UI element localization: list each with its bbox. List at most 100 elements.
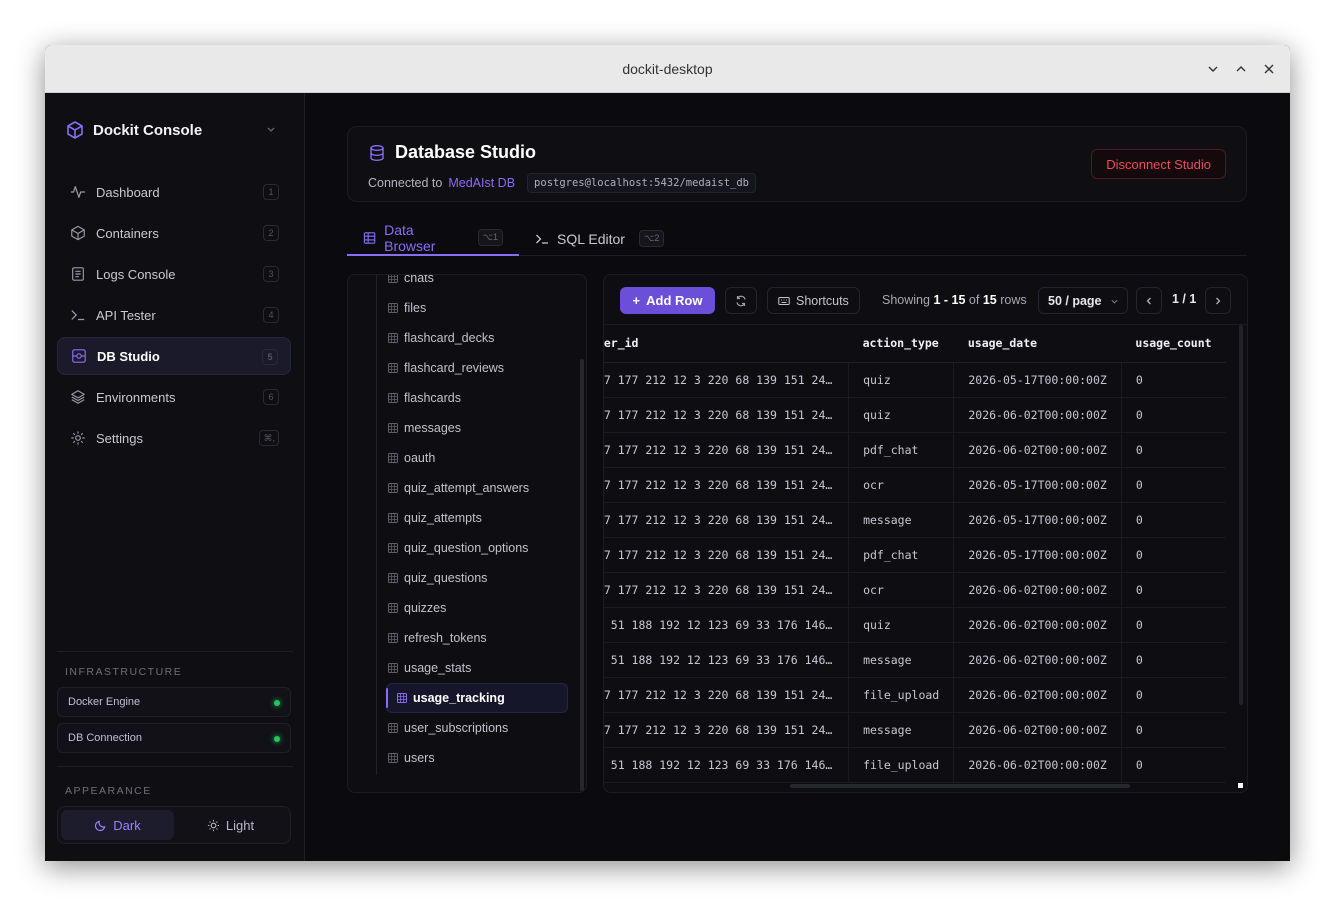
table-row[interactable]: 187 177 212 12 3 220 68 139 151 24… quiz 2… — [604, 397, 1226, 433]
sidebar-item-dashboard[interactable]: Dashboard 1 — [57, 173, 291, 211]
table-row[interactable]: 51 51 188 192 12 123 69 33 176 146… messa… — [604, 642, 1226, 678]
table-cell[interactable]: 2026-06-02T00:00:00Z — [953, 397, 1122, 433]
table-cell[interactable]: message — [848, 502, 955, 538]
table-cell[interactable]: 0 — [1121, 502, 1226, 538]
table-cell[interactable]: 2026-05-17T00:00:00Z — [953, 502, 1122, 538]
table-cell[interactable]: 0 — [1121, 747, 1226, 783]
table-cell[interactable]: 51 51 188 192 12 123 69 33 176 146… — [604, 642, 850, 678]
disconnect-studio-button[interactable]: Disconnect Studio — [1091, 149, 1226, 179]
table-row[interactable]: 187 177 212 12 3 220 68 139 151 24… ocr 20… — [604, 572, 1226, 608]
table-cell[interactable]: 187 177 212 12 3 220 68 139 151 24… — [604, 362, 850, 398]
sidebar-item-api-tester[interactable]: API Tester 4 — [57, 296, 291, 334]
table-cell[interactable]: 0 — [1121, 537, 1226, 573]
table-cell[interactable]: ocr — [848, 572, 955, 608]
table-cell[interactable]: message — [848, 712, 955, 748]
table-item-oauth[interactable]: oauth — [388, 443, 568, 473]
table-item-refresh-tokens[interactable]: refresh_tokens — [388, 623, 568, 653]
table-row[interactable]: 187 177 212 12 3 220 68 139 151 24… messa… — [604, 712, 1226, 748]
table-item-messages[interactable]: messages — [388, 413, 568, 443]
table-cell[interactable]: quiz — [848, 362, 955, 398]
grid-horizontal-scrollbar[interactable] — [790, 784, 1130, 788]
table-cell[interactable]: 51 51 188 192 12 123 69 33 176 146… — [604, 747, 850, 783]
table-cell[interactable]: 187 177 212 12 3 220 68 139 151 24… — [604, 502, 850, 538]
table-cell[interactable]: 2026-06-02T00:00:00Z — [953, 712, 1122, 748]
sidebar-item-logs-console[interactable]: Logs Console 3 — [57, 255, 291, 293]
table-item-usage-tracking[interactable]: usage_tracking — [386, 683, 568, 713]
column-header-usage-count[interactable]: usage_count — [1121, 325, 1226, 363]
table-cell[interactable]: 51 51 188 192 12 123 69 33 176 146… — [604, 607, 850, 643]
table-cell[interactable]: quiz — [848, 397, 955, 433]
table-item-quiz-attempt-answers[interactable]: quiz_attempt_answers — [388, 473, 568, 503]
table-cell[interactable]: 2026-06-02T00:00:00Z — [953, 642, 1122, 678]
table-item-quiz-question-options[interactable]: quiz_question_options — [388, 533, 568, 563]
table-cell[interactable]: 2026-05-17T00:00:00Z — [953, 362, 1122, 398]
table-cell[interactable]: 0 — [1121, 397, 1226, 433]
table-item-usage-stats[interactable]: usage_stats — [388, 653, 568, 683]
table-item-quizzes[interactable]: quizzes — [388, 593, 568, 623]
grid-vertical-scrollbar[interactable] — [1239, 325, 1243, 705]
per-page-select[interactable]: 50 / page — [1038, 287, 1128, 314]
table-cell[interactable]: file_upload — [848, 677, 955, 713]
column-header-action-type[interactable]: action_type — [848, 325, 954, 363]
table-row[interactable]: 51 51 188 192 12 123 69 33 176 146… file_… — [604, 747, 1226, 783]
table-cell[interactable]: 0 — [1121, 712, 1226, 748]
table-cell[interactable]: 187 177 212 12 3 220 68 139 151 24… — [604, 712, 850, 748]
table-cell[interactable]: file_upload — [848, 747, 955, 783]
theme-dark-button[interactable]: Dark — [61, 810, 174, 840]
table-item-quiz-questions[interactable]: quiz_questions — [388, 563, 568, 593]
table-cell[interactable]: 0 — [1121, 642, 1226, 678]
table-row[interactable]: 187 177 212 12 3 220 68 139 151 24… file_… — [604, 677, 1226, 713]
table-item-user-subscriptions[interactable]: user_subscriptions — [388, 713, 568, 743]
close-button[interactable] — [1258, 58, 1280, 80]
table-item-flashcard-decks[interactable]: flashcard_decks — [388, 323, 568, 353]
table-row[interactable]: 51 51 188 192 12 123 69 33 176 146… quiz 2… — [604, 607, 1226, 643]
table-cell[interactable]: message — [848, 642, 955, 678]
table-row[interactable]: 187 177 212 12 3 220 68 139 151 24… ocr 20… — [604, 467, 1226, 503]
table-cell[interactable]: pdf_chat — [848, 537, 955, 573]
table-cell[interactable]: 0 — [1121, 572, 1226, 608]
table-cell[interactable]: 187 177 212 12 3 220 68 139 151 24… — [604, 537, 850, 573]
table-cell[interactable]: 187 177 212 12 3 220 68 139 151 24… — [604, 572, 850, 608]
table-cell[interactable]: quiz — [848, 607, 955, 643]
tab-sql-editor[interactable]: SQL Editor ⌥2 — [519, 221, 680, 256]
resize-handle[interactable] — [1238, 783, 1243, 788]
column-header-usage-date[interactable]: usage_date — [953, 325, 1122, 363]
table-cell[interactable]: 0 — [1121, 607, 1226, 643]
table-list-scrollbar[interactable] — [580, 359, 584, 791]
column-header-user-id[interactable]: user_id — [604, 325, 849, 363]
table-item-quiz-attempts[interactable]: quiz_attempts — [388, 503, 568, 533]
table-row[interactable]: 187 177 212 12 3 220 68 139 151 24… pdf_c… — [604, 432, 1226, 468]
table-item-chats[interactable]: chats — [388, 275, 568, 293]
next-page-button[interactable] — [1205, 287, 1231, 314]
table-cell[interactable]: 2026-06-02T00:00:00Z — [953, 607, 1122, 643]
add-row-button[interactable]: + Add Row — [620, 287, 715, 314]
table-cell[interactable]: 187 177 212 12 3 220 68 139 151 24… — [604, 467, 850, 503]
table-cell[interactable]: 0 — [1121, 677, 1226, 713]
table-cell[interactable]: 187 177 212 12 3 220 68 139 151 24… — [604, 677, 850, 713]
table-cell[interactable]: 2026-05-17T00:00:00Z — [953, 537, 1122, 573]
table-row[interactable]: 187 177 212 12 3 220 68 139 151 24… messa… — [604, 502, 1226, 538]
refresh-button[interactable] — [725, 287, 757, 314]
theme-light-button[interactable]: Light — [174, 810, 287, 840]
table-cell[interactable]: ocr — [848, 467, 955, 503]
table-cell[interactable]: 0 — [1121, 467, 1226, 503]
sidebar-item-environments[interactable]: Environments 6 — [57, 378, 291, 416]
sidebar-item-containers[interactable]: Containers 2 — [57, 214, 291, 252]
table-cell[interactable]: pdf_chat — [848, 432, 955, 468]
table-cell[interactable]: 0 — [1121, 432, 1226, 468]
table-row[interactable]: 187 177 212 12 3 220 68 139 151 24… quiz 2… — [604, 362, 1226, 398]
table-cell[interactable]: 2026-06-02T00:00:00Z — [953, 432, 1122, 468]
table-item-files[interactable]: files — [388, 293, 568, 323]
table-cell[interactable]: 187 177 212 12 3 220 68 139 151 24… — [604, 397, 850, 433]
table-row[interactable]: 187 177 212 12 3 220 68 139 151 24… pdf_c… — [604, 537, 1226, 573]
sidebar-item-db-studio[interactable]: DB Studio 5 — [57, 337, 291, 375]
prev-page-button[interactable] — [1136, 287, 1162, 314]
sidebar-item-settings[interactable]: Settings ⌘, — [57, 419, 291, 457]
tab-data-browser[interactable]: Data Browser ⌥1 — [347, 221, 519, 256]
table-cell[interactable]: 0 — [1121, 362, 1226, 398]
brand-switcher[interactable]: Dockit Console — [65, 119, 285, 141]
table-cell[interactable]: 2026-05-17T00:00:00Z — [953, 467, 1122, 503]
table-cell[interactable]: 2026-06-02T00:00:00Z — [953, 677, 1122, 713]
table-cell[interactable]: 2026-06-02T00:00:00Z — [953, 572, 1122, 608]
table-cell[interactable]: 187 177 212 12 3 220 68 139 151 24… — [604, 432, 850, 468]
